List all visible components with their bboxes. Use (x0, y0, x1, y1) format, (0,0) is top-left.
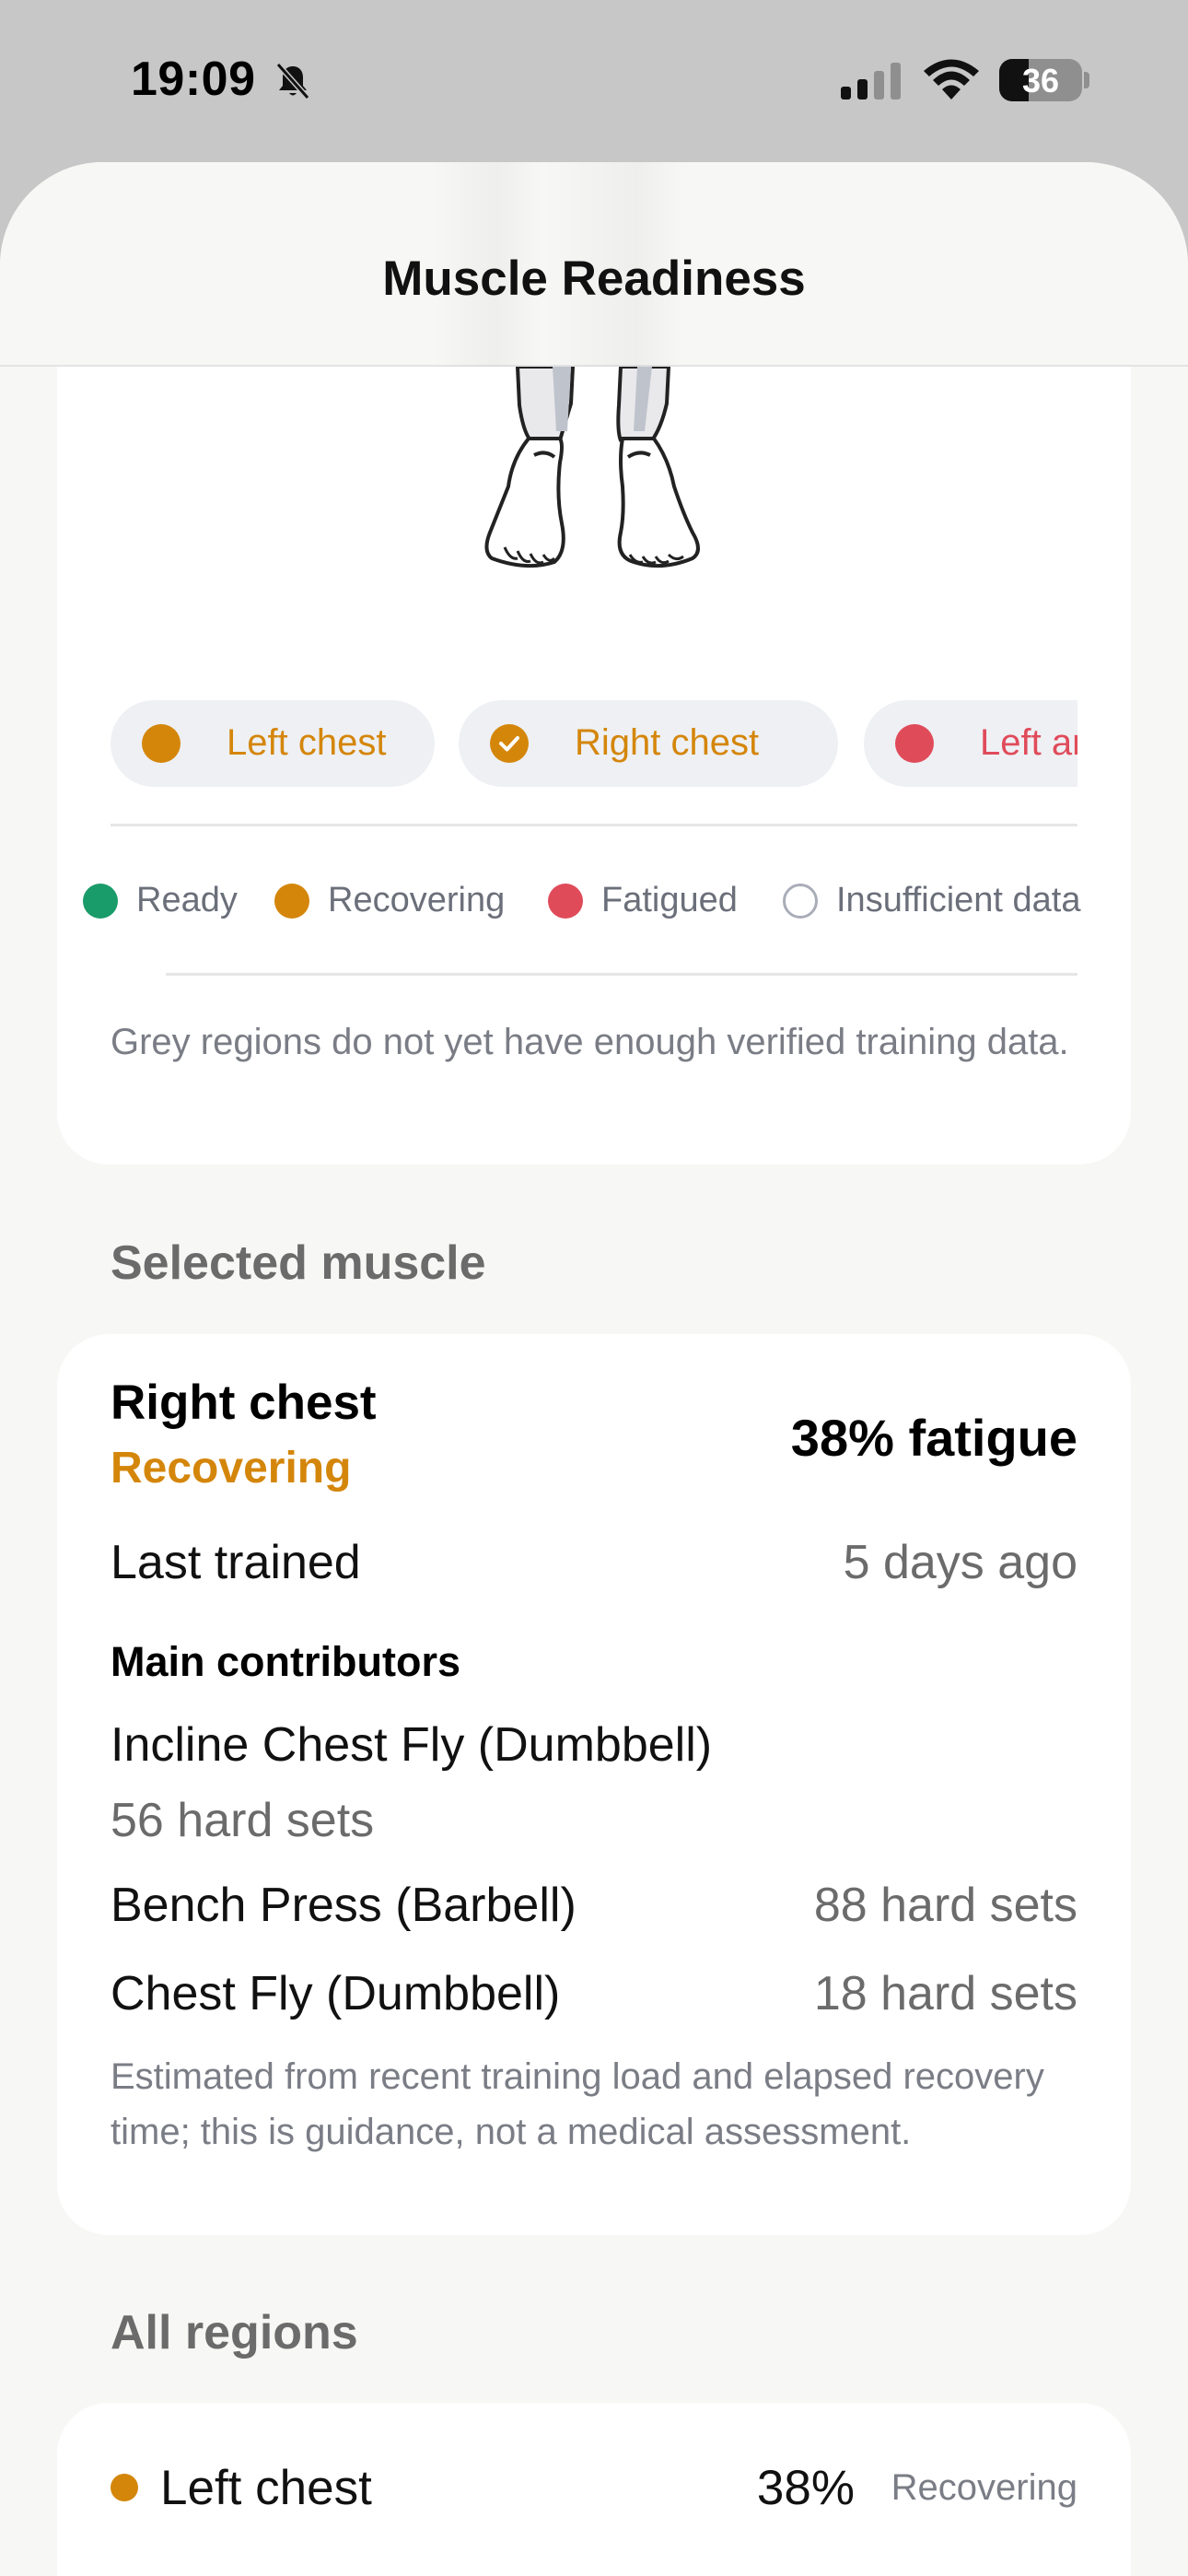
region-status: Recovering (891, 2467, 1077, 2508)
all-regions-card: Left chest 38% Recovering (57, 2403, 1131, 2576)
chip-right-chest[interactable]: Right chest (459, 700, 838, 787)
last-trained-value: 5 days ago (843, 1536, 1077, 1589)
recovering-dot-icon (111, 2474, 138, 2501)
recovering-dot-icon (142, 724, 181, 763)
status-time: 19:09 (131, 53, 256, 106)
contributor-sets: 18 hard sets (813, 1967, 1077, 2020)
status-bar: 19:09 36 (0, 0, 1188, 161)
fatigued-dot-icon (895, 724, 934, 763)
insufficient-dot-icon (783, 884, 818, 919)
contributor-sets: 88 hard sets (813, 1879, 1077, 1932)
cellular-signal-icon (841, 63, 901, 100)
ready-dot-icon (83, 884, 118, 919)
region-name: Left chest (160, 2461, 372, 2515)
readiness-sheet: Left chest Right chest Left ant Ready R (0, 162, 1188, 2576)
contributor-exercise: Chest Fly (Dumbbell) (111, 1967, 561, 2020)
wifi-icon (924, 59, 979, 100)
chip-label: Right chest (575, 722, 760, 763)
selected-muscle-status: Recovering (111, 1444, 352, 1493)
chip-label: Left chest (227, 722, 387, 763)
battery-icon: 36 (999, 59, 1082, 101)
body-figure-feet[interactable] (416, 367, 766, 754)
contributors-heading: Main contributors (111, 1638, 460, 1685)
legend-label: Insufficient data (836, 881, 1081, 919)
figure-note: Grey regions do not yet have enough veri… (111, 1022, 1069, 1062)
bell-slash-icon (275, 63, 310, 100)
muscle-chip-row: Left chest Right chest Left ant (111, 700, 1077, 787)
contributor-exercise: Incline Chest Fly (Dumbbell) (111, 1718, 713, 1772)
selected-muscle-card: Right chest Recovering 38% fatigue Last … (57, 1334, 1131, 2235)
recovering-dot-icon (274, 884, 309, 919)
last-trained-label: Last trained (111, 1536, 361, 1589)
readiness-legend: Ready Recovering Fatigued Insufficient d… (83, 879, 1142, 925)
chip-label: Left ant (980, 722, 1077, 763)
selected-muscle-name: Right chest (111, 1376, 377, 1430)
selected-muscle-fatigue: 38% fatigue (790, 1409, 1077, 1467)
section-heading-selected: Selected muscle (111, 1236, 486, 1290)
contributor-sets: 56 hard sets (111, 1794, 375, 1847)
disclaimer-note: Estimated from recent training load and … (111, 2056, 1044, 2152)
section-heading-all-regions: All regions (111, 2306, 358, 2359)
region-percent: 38% (756, 2461, 855, 2515)
contributor-exercise: Bench Press (Barbell) (111, 1879, 577, 1932)
legend-label: Recovering (328, 881, 506, 919)
legend-label: Fatigued (601, 881, 738, 919)
divider (166, 973, 1077, 976)
checkmark-dot-icon (490, 724, 529, 763)
legend-label: Ready (136, 881, 238, 919)
page-title: Muscle Readiness (382, 252, 806, 306)
chip-left-anterior[interactable]: Left ant (864, 700, 1077, 787)
battery-level: 36 (1021, 62, 1060, 100)
nav-header: Muscle Readiness (0, 162, 1188, 367)
chip-left-chest[interactable]: Left chest (111, 700, 435, 787)
divider (111, 824, 1077, 826)
fatigued-dot-icon (548, 884, 583, 919)
